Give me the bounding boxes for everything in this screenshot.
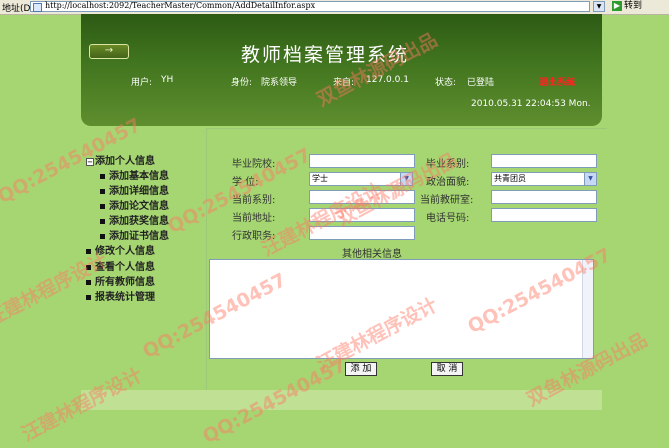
logout-link[interactable]: 退出系统: [539, 75, 575, 88]
app-header: → 教师档案管理系统 用户: YH 身份: 院系领导 来自: 127.0.0.1…: [81, 14, 602, 126]
footer-strip: [81, 390, 602, 410]
bullet-icon: [100, 234, 105, 239]
current-office-label: 当前教研室:: [420, 195, 474, 206]
user-value: YH: [161, 75, 174, 85]
cancel-button[interactable]: 取 消: [431, 362, 463, 376]
admin-post-input[interactable]: [309, 226, 415, 240]
political-label: 政治面貌:: [426, 177, 470, 188]
status-value: 已登陆: [467, 78, 495, 88]
page-title: 教师档案管理系统: [241, 44, 410, 66]
arrow-right-icon: →: [89, 44, 129, 59]
sidebar-item-all-teachers[interactable]: 所有教师信息: [86, 273, 155, 288]
degree-selected: 学士: [312, 174, 328, 183]
go-arrow-icon: ▶: [612, 0, 622, 11]
political-selected: 共青团员: [494, 174, 526, 183]
graduate-school-label: 毕业院校:: [232, 159, 276, 170]
sidebar-group-label: 添加个人信息: [95, 156, 155, 167]
sidebar-item-label: 添加详细信息: [109, 186, 169, 197]
sidebar-item-reports[interactable]: 报表统计管理: [86, 288, 155, 303]
bullet-icon: [86, 265, 91, 270]
bullet-icon: [100, 174, 105, 179]
bullet-icon: [100, 189, 105, 194]
datetime-display: 2010.05.31 22:04:53 Mon.: [471, 99, 591, 109]
sidebar-item-add-award[interactable]: 添加获奖信息: [100, 212, 169, 227]
current-dept-label: 当前系别:: [232, 195, 276, 206]
chevron-down-icon[interactable]: ▼: [400, 173, 412, 185]
graduate-dept-input[interactable]: [491, 154, 597, 168]
sidebar-item-label: 添加论文信息: [109, 201, 169, 212]
current-address-input[interactable]: [309, 208, 415, 222]
other-info-label: 其他相关信息: [342, 249, 402, 260]
other-info-textarea[interactable]: [209, 259, 594, 359]
sidebar-item-label: 所有教师信息: [95, 277, 155, 288]
sidebar-item-label: 添加证书信息: [109, 231, 169, 242]
user-label: 用户:: [131, 78, 153, 88]
graduate-school-input[interactable]: [309, 154, 415, 168]
page-icon: [33, 3, 42, 12]
url-text: http://localhost:2092/TeacherMaster/Comm…: [45, 1, 316, 10]
go-button[interactable]: ▶ 转到: [612, 0, 652, 13]
textarea-scrollbar[interactable]: [582, 260, 593, 358]
bullet-icon: [86, 280, 91, 285]
add-button[interactable]: 添 加: [345, 362, 377, 376]
status-label: 状态:: [435, 78, 457, 88]
role-value: 院系领导: [261, 78, 298, 88]
admin-post-label: 行政职务:: [232, 231, 276, 242]
sidebar-item-label: 添加获奖信息: [109, 216, 169, 227]
sidebar-group-add-info[interactable]: − 添加个人信息: [86, 152, 155, 167]
role-label: 身份:: [231, 78, 253, 88]
graduate-dept-label: 毕业系别:: [426, 159, 470, 170]
from-value: 127.0.0.1: [366, 75, 409, 85]
go-label: 转到: [624, 1, 643, 11]
sidebar-item-add-detail[interactable]: 添加详细信息: [100, 182, 169, 197]
current-office-input[interactable]: [491, 190, 597, 204]
sidebar-item-label: 查看个人信息: [95, 262, 155, 273]
sidebar-item-label: 报表统计管理: [95, 292, 155, 303]
sidebar-item-add-certificate[interactable]: 添加证书信息: [100, 227, 169, 242]
phone-label: 电话号码:: [426, 213, 470, 224]
sidebar-item-label: 添加基本信息: [109, 171, 169, 182]
political-select[interactable]: 共青团员 ▼: [491, 172, 597, 186]
address-bar: 地址(D) http://localhost:2092/TeacherMaste…: [0, 0, 669, 15]
sidebar-item-add-basic[interactable]: 添加基本信息: [100, 167, 169, 182]
current-dept-input[interactable]: [309, 190, 415, 204]
phone-input[interactable]: [491, 208, 597, 222]
url-input[interactable]: http://localhost:2092/TeacherMaster/Comm…: [30, 1, 590, 12]
collapse-icon[interactable]: −: [86, 157, 94, 166]
degree-select[interactable]: 学士 ▼: [309, 172, 413, 186]
current-address-label: 当前地址:: [232, 213, 276, 224]
sidebar-item-label: 修改个人信息: [95, 246, 155, 257]
sidebar-item-edit-info[interactable]: 修改个人信息: [86, 242, 155, 257]
sidebar-item-add-paper[interactable]: 添加论文信息: [100, 197, 169, 212]
bullet-icon: [100, 219, 105, 224]
sidebar-item-view-info[interactable]: 查看个人信息: [86, 258, 155, 273]
chevron-down-icon[interactable]: ▼: [584, 173, 596, 185]
degree-label: 学 位:: [232, 177, 259, 188]
sidebar: − 添加个人信息 添加基本信息 添加详细信息 添加论文信息 添加获奖信息 添加证书…: [86, 145, 204, 390]
from-label: 来自:: [333, 78, 355, 88]
bullet-icon: [86, 249, 91, 254]
chevron-down-icon[interactable]: ▼: [593, 1, 605, 12]
bullet-icon: [100, 204, 105, 209]
bullet-icon: [86, 295, 91, 300]
